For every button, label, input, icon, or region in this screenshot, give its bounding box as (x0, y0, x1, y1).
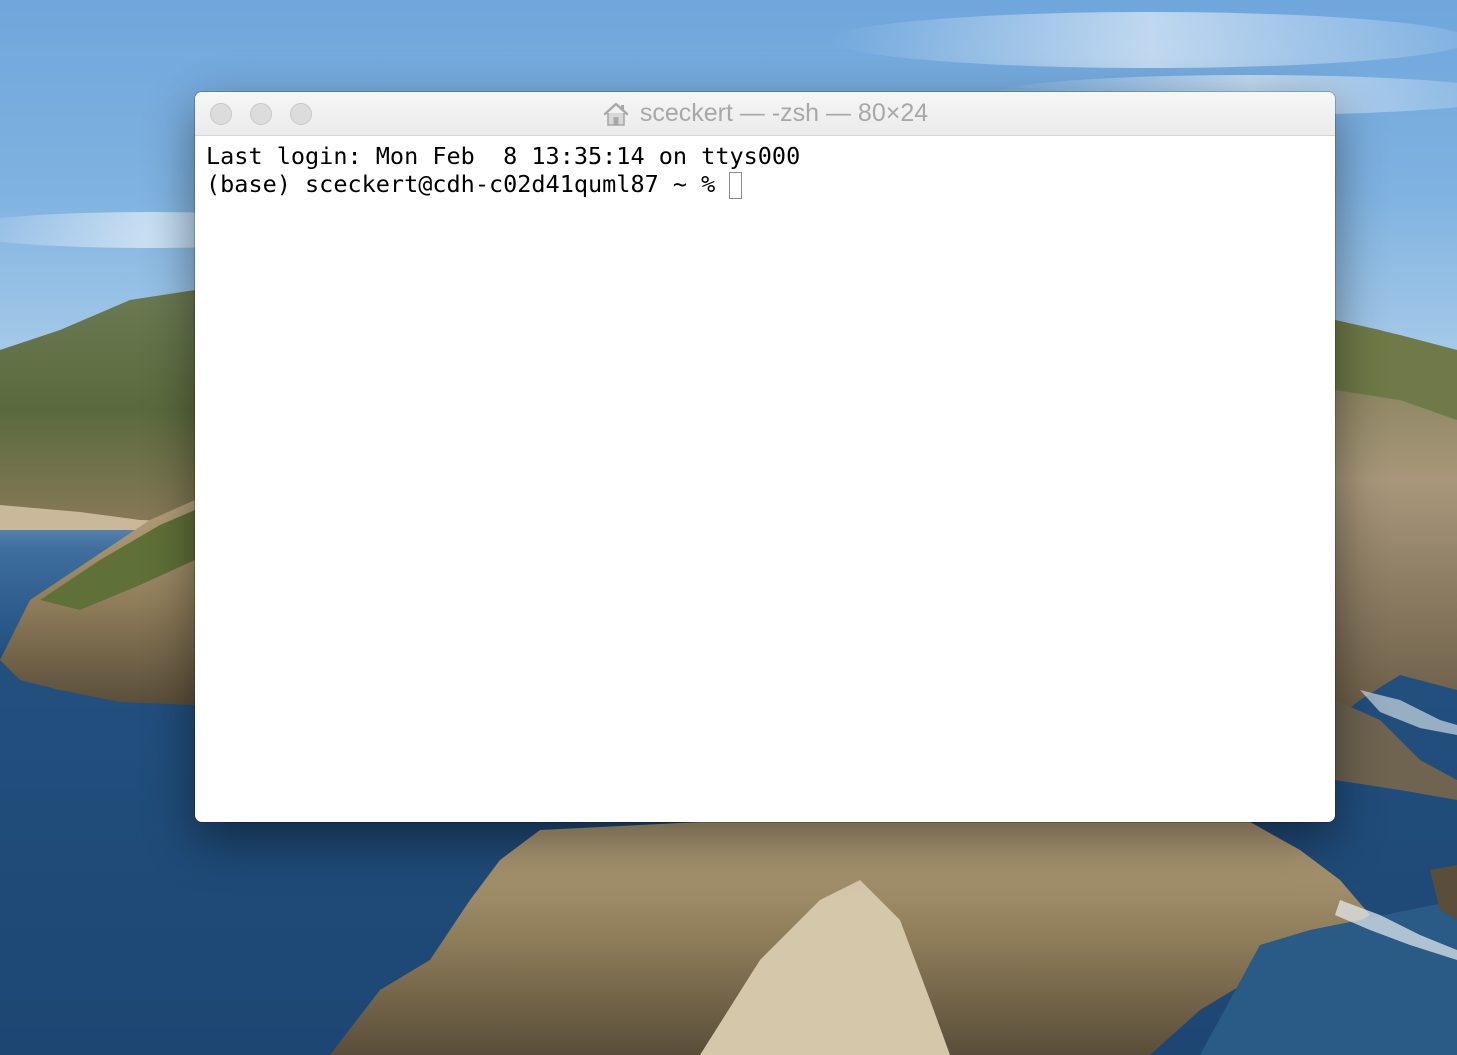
shell-prompt: (base) sceckert@cdh-c02d41quml87 ~ % (206, 170, 730, 198)
home-icon (602, 100, 630, 128)
window-title: sceckert — -zsh — 80×24 (195, 92, 1335, 135)
window-title-text: sceckert — -zsh — 80×24 (639, 99, 929, 127)
last-login-line: Last login: Mon Feb 8 13:35:14 on ttys00… (206, 142, 801, 170)
prompt-line[interactable]: (base) sceckert@cdh-c02d41quml87 ~ % (206, 170, 1326, 199)
window-titlebar[interactable]: sceckert — -zsh — 80×24 (195, 92, 1335, 136)
terminal-window[interactable]: sceckert — -zsh — 80×24 Last login: Mon … (195, 92, 1335, 822)
terminal-output[interactable]: Last login: Mon Feb 8 13:35:14 on ttys00… (206, 142, 1326, 812)
text-cursor (729, 172, 743, 199)
